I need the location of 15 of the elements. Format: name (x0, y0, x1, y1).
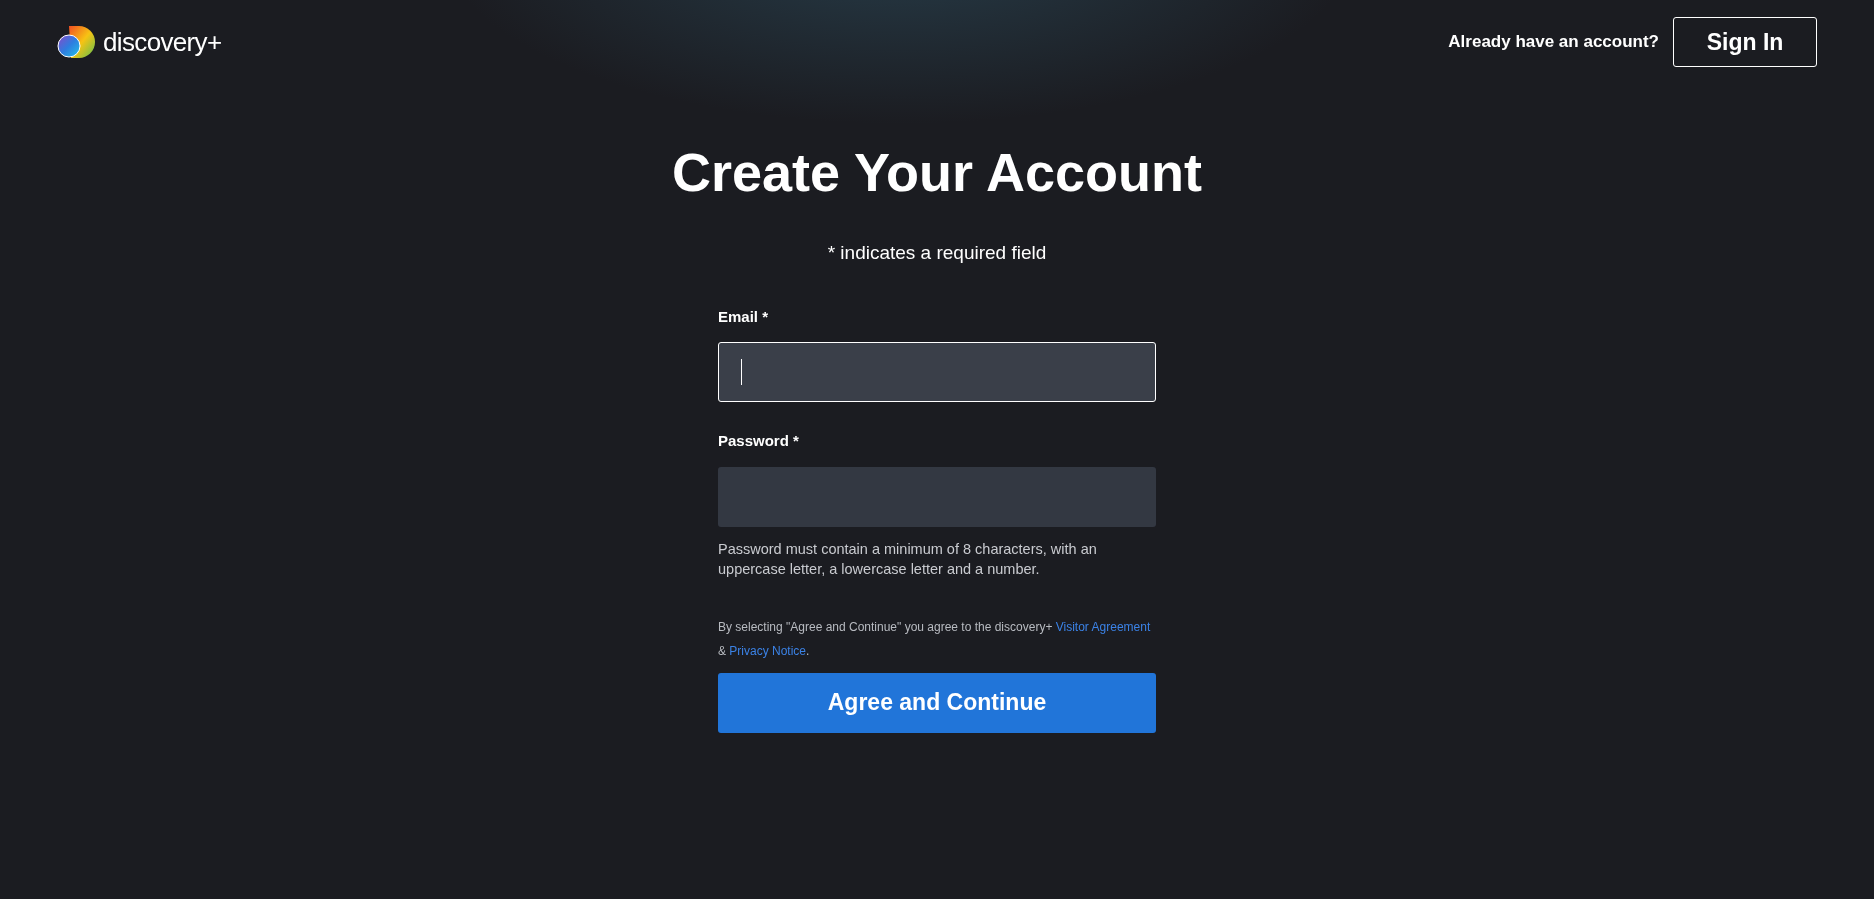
field-label: Email * (718, 306, 770, 327)
input-field[interactable] (718, 342, 1156, 402)
terms-link[interactable]: Visitor Agreement (1055, 619, 1151, 634)
terms-text: By selecting "Agree and Continue" you agree to the discovery+ Visitor Agreement & Privacy Notice. (718, 618, 1152, 660)
input-field[interactable] (718, 466, 1156, 527)
field-label: Password * (718, 431, 800, 451)
page-title: Create Your Account (671, 145, 1203, 199)
sign-in-button[interactable]: Sign In (1673, 17, 1817, 67)
terms-link[interactable]: Privacy Notice (729, 643, 807, 658)
password-hint: Password must contain a minimum of 8 characters, with an uppercase letter, a lowercase letter and a number. (718, 539, 1098, 579)
account-prompt: Already have an account? (1448, 31, 1659, 54)
required-note: * indicates a required field (827, 241, 1047, 265)
brand-name: discovery+ (103, 25, 222, 59)
logo-icon (57, 25, 97, 59)
agree-continue-button[interactable]: Agree and Continue (718, 672, 1156, 733)
